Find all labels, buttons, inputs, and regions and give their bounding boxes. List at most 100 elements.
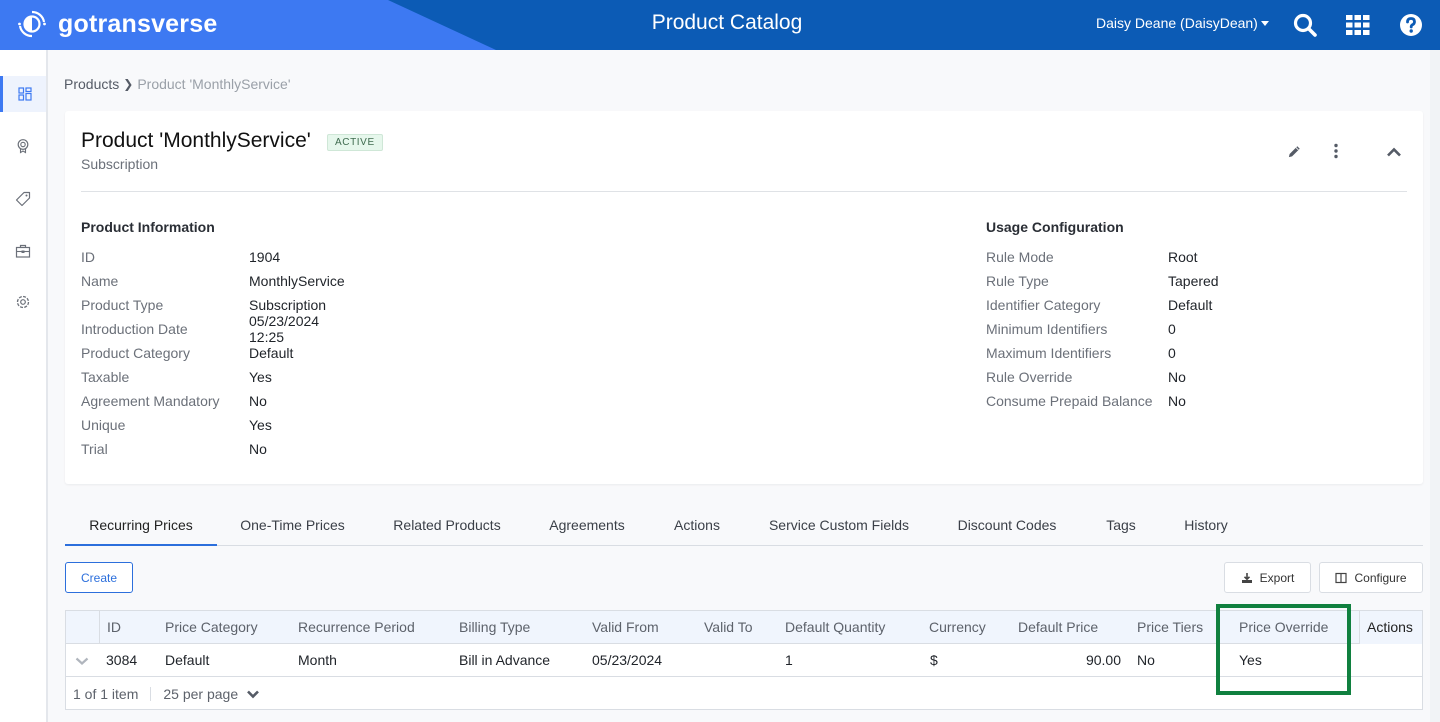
apps-menu-button[interactable]: [1345, 12, 1371, 38]
tag-icon: [15, 191, 31, 207]
tab-related-products[interactable]: Related Products: [379, 510, 515, 546]
field-row: Minimum Identifiers 0: [986, 317, 1176, 341]
product-information-heading: Product Information: [81, 219, 215, 235]
column-header-default-price[interactable]: Default Price: [1018, 611, 1098, 643]
tab-history[interactable]: History: [1173, 510, 1239, 546]
help-button[interactable]: [1398, 12, 1424, 38]
sidebar-item-tags[interactable]: [0, 181, 46, 217]
field-label: Identifier Category: [986, 297, 1101, 313]
field-value: 05/23/2024 12:25: [249, 313, 320, 345]
configure-label: Configure: [1354, 570, 1407, 585]
export-label: Export: [1259, 570, 1295, 585]
column-separator: [99, 611, 100, 644]
field-row: Introduction Date 05/23/2024 12:25: [81, 313, 319, 345]
breadcrumb-current: Product 'MonthlyService': [137, 76, 291, 92]
field-row: Agreement Mandatory No: [81, 389, 267, 413]
more-options-button[interactable]: [1326, 141, 1346, 161]
tab-service-custom-fields[interactable]: Service Custom Fields: [757, 510, 921, 546]
column-header-valid-to[interactable]: Valid To: [704, 611, 753, 643]
cell-billing-type: Bill in Advance: [459, 652, 551, 668]
field-label: Taxable: [81, 369, 130, 385]
scroll-gutter: [1430, 50, 1440, 722]
per-page-label: 25 per page: [163, 686, 239, 702]
column-header-valid-from[interactable]: Valid From: [592, 611, 659, 643]
table-row[interactable]: 3084 Default Month Bill in Advance 05/23…: [66, 644, 1422, 677]
field-label: Consume Prepaid Balance: [986, 393, 1153, 409]
edit-product-button[interactable]: [1284, 141, 1304, 161]
expand-row-button[interactable]: [75, 644, 91, 676]
cell-valid-from: 05/23/2024: [592, 652, 663, 668]
field-value: Tapered: [1168, 273, 1219, 289]
sidebar-item-portfolio[interactable]: [0, 233, 46, 269]
field-value: Default: [249, 345, 294, 361]
breadcrumb: Products ❯ Product 'MonthlyService': [64, 76, 291, 92]
user-menu-button[interactable]: Daisy Deane (DaisyDean): [1096, 15, 1269, 31]
pencil-icon: [1288, 145, 1300, 157]
column-header-price-override[interactable]: Price Override: [1239, 611, 1328, 643]
tab-recurring-prices[interactable]: Recurring Prices: [65, 510, 217, 546]
dashboard-icon: [17, 87, 32, 101]
columns-icon: [1335, 572, 1348, 583]
field-value: Yes: [249, 417, 272, 433]
help-icon: [1400, 14, 1422, 36]
cell-recurrence-period: Month: [298, 652, 337, 668]
chevron-down-icon: [247, 690, 260, 699]
breadcrumb-products-link[interactable]: Products: [64, 76, 119, 92]
field-label: Maximum Identifiers: [986, 345, 1112, 361]
top-header: gotransverse Product Catalog Daisy Deane…: [0, 0, 1440, 50]
column-header-billing-type[interactable]: Billing Type: [459, 611, 530, 643]
field-row: Product Category Default: [81, 341, 293, 365]
field-row: Consume Prepaid Balance No: [986, 389, 1186, 413]
caret-down-icon: [1260, 20, 1269, 26]
settings-icon: [16, 295, 30, 309]
tab-actions[interactable]: Actions: [661, 510, 733, 546]
card-divider: [81, 191, 1407, 192]
tab-agreements[interactable]: Agreements: [537, 510, 637, 546]
field-value: Subscription: [249, 297, 327, 313]
field-label: Introduction Date: [81, 321, 188, 337]
sidebar-item-awards[interactable]: [0, 128, 46, 164]
field-value: Default: [1168, 297, 1213, 313]
sidebar-item-dashboard[interactable]: [0, 76, 46, 112]
field-value: 0: [1168, 345, 1176, 361]
cell-price-override: Yes: [1239, 652, 1262, 668]
field-row: Identifier Category Default: [986, 293, 1212, 317]
field-row: Taxable Yes: [81, 365, 272, 389]
column-header-price-tiers[interactable]: Price Tiers: [1137, 611, 1203, 643]
column-header-price-category[interactable]: Price Category: [165, 611, 258, 643]
grid-header-row: ID Price Category Recurrence Period Bill…: [66, 611, 1422, 644]
status-badge: ACTIVE: [327, 134, 383, 151]
tab-strip: Recurring Prices One-Time Prices Related…: [65, 510, 1423, 546]
tab-one-time-prices[interactable]: One-Time Prices: [227, 510, 358, 546]
award-icon: [17, 139, 29, 154]
field-label: Rule Type: [986, 273, 1049, 289]
field-label: Rule Override: [986, 369, 1073, 385]
column-header-recurrence-period[interactable]: Recurrence Period: [298, 611, 415, 643]
recurring-prices-grid: ID Price Category Recurrence Period Bill…: [65, 610, 1423, 710]
sidebar-item-settings[interactable]: [0, 284, 46, 320]
chevron-down-icon: [75, 657, 89, 666]
column-header-id[interactable]: ID: [107, 611, 121, 643]
export-button[interactable]: Export: [1224, 562, 1311, 593]
per-page-dropdown[interactable]: 25 per page: [163, 686, 260, 702]
column-header-default-quantity[interactable]: Default Quantity: [785, 611, 885, 643]
pager-item-count: 1 of 1 item: [73, 686, 139, 702]
cell-currency: $: [930, 652, 938, 668]
field-label: Product Category: [81, 345, 190, 361]
field-value: No: [249, 441, 267, 457]
tab-tags[interactable]: Tags: [1093, 510, 1149, 546]
chevron-up-icon: [1387, 147, 1401, 157]
usage-configuration-heading: Usage Configuration: [986, 219, 1124, 235]
tab-discount-codes[interactable]: Discount Codes: [945, 510, 1069, 546]
configure-button[interactable]: Configure: [1319, 562, 1423, 593]
collapse-button[interactable]: [1384, 142, 1404, 162]
field-label: Rule Mode: [986, 249, 1054, 265]
field-row: Rule Mode Root: [986, 245, 1198, 269]
search-button[interactable]: [1292, 12, 1318, 38]
search-icon: [1293, 13, 1317, 37]
column-header-currency[interactable]: Currency: [929, 611, 986, 643]
field-row: Product Type Subscription: [81, 293, 326, 317]
create-button[interactable]: Create: [65, 562, 133, 593]
chevron-right-icon: ❯: [123, 77, 134, 91]
field-label: ID: [81, 249, 95, 265]
